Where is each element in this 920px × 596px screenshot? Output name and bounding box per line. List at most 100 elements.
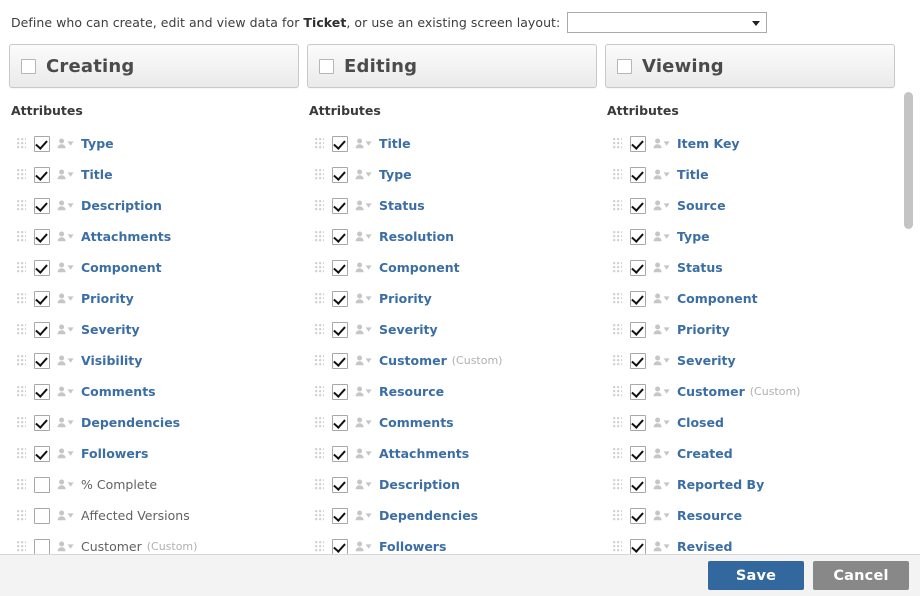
drag-handle-icon[interactable] [17, 448, 26, 459]
vertical-scrollbar-thumb[interactable] [904, 92, 913, 229]
drag-handle-icon[interactable] [315, 262, 324, 273]
drag-handle-icon[interactable] [315, 169, 324, 180]
person-icon[interactable] [355, 479, 373, 490]
attribute-row[interactable]: Status [307, 190, 597, 221]
attribute-row[interactable]: Component [307, 252, 597, 283]
person-icon[interactable] [653, 479, 671, 490]
attribute-label[interactable]: Title [81, 167, 113, 182]
attribute-label[interactable]: Title [677, 167, 709, 182]
attribute-row[interactable]: Priority [307, 283, 597, 314]
attribute-label[interactable]: Priority [379, 291, 432, 306]
attribute-label[interactable]: Attachments [379, 446, 469, 461]
attribute-row[interactable]: Severity [307, 314, 597, 345]
person-icon[interactable] [653, 448, 671, 459]
attribute-label[interactable]: Comments [379, 415, 454, 430]
column-select-all-checkbox-editing[interactable] [319, 58, 334, 74]
person-icon[interactable] [57, 510, 75, 521]
attribute-label[interactable]: Type [379, 167, 412, 182]
person-icon[interactable] [355, 541, 373, 552]
attribute-label[interactable]: Description [379, 477, 460, 492]
vertical-scrollbar-track[interactable] [904, 44, 917, 552]
drag-handle-icon[interactable] [613, 200, 622, 211]
attribute-label[interactable]: Status [677, 260, 723, 275]
drag-handle-icon[interactable] [17, 417, 26, 428]
attribute-row[interactable]: Type [9, 128, 299, 159]
attribute-label[interactable]: Dependencies [379, 508, 478, 523]
attribute-row[interactable]: Reported By [605, 469, 895, 500]
drag-handle-icon[interactable] [315, 293, 324, 304]
attribute-label[interactable]: Severity [677, 353, 736, 368]
attribute-row[interactable]: Attachments [9, 221, 299, 252]
person-icon[interactable] [57, 231, 75, 242]
drag-handle-icon[interactable] [613, 293, 622, 304]
drag-handle-icon[interactable] [17, 479, 26, 490]
attribute-label[interactable]: Affected Versions [81, 508, 190, 523]
columns-scroll-area[interactable]: Creating Attributes Type Title Description At… [0, 44, 920, 554]
attribute-label[interactable]: Attachments [81, 229, 171, 244]
attribute-checkbox[interactable] [630, 135, 646, 152]
attribute-checkbox[interactable] [332, 538, 348, 554]
attribute-checkbox[interactable] [332, 228, 348, 245]
attribute-checkbox[interactable] [34, 352, 50, 369]
drag-handle-icon[interactable] [315, 386, 324, 397]
attribute-row[interactable]: Title [9, 159, 299, 190]
person-icon[interactable] [355, 386, 373, 397]
drag-handle-icon[interactable] [613, 138, 622, 149]
drag-handle-icon[interactable] [315, 200, 324, 211]
drag-handle-icon[interactable] [613, 479, 622, 490]
attribute-checkbox[interactable] [630, 259, 646, 276]
attribute-checkbox[interactable] [630, 538, 646, 554]
drag-handle-icon[interactable] [17, 169, 26, 180]
person-icon[interactable] [355, 324, 373, 335]
attribute-checkbox[interactable] [630, 197, 646, 214]
drag-handle-icon[interactable] [17, 262, 26, 273]
person-icon[interactable] [355, 138, 373, 149]
person-icon[interactable] [57, 262, 75, 273]
attribute-checkbox[interactable] [34, 414, 50, 431]
drag-handle-icon[interactable] [315, 479, 324, 490]
attribute-row[interactable]: Customer (Custom) [307, 345, 597, 376]
attribute-checkbox[interactable] [34, 135, 50, 152]
drag-handle-icon[interactable] [17, 510, 26, 521]
person-icon[interactable] [355, 510, 373, 521]
drag-handle-icon[interactable] [613, 262, 622, 273]
person-icon[interactable] [653, 293, 671, 304]
person-icon[interactable] [355, 262, 373, 273]
attribute-row[interactable]: Resolution [307, 221, 597, 252]
attribute-label[interactable]: Priority [81, 291, 134, 306]
attribute-checkbox[interactable] [34, 259, 50, 276]
person-icon[interactable] [653, 200, 671, 211]
attribute-checkbox[interactable] [332, 321, 348, 338]
attribute-checkbox[interactable] [332, 445, 348, 462]
attribute-row[interactable]: Type [605, 221, 895, 252]
attribute-checkbox[interactable] [630, 476, 646, 493]
attribute-checkbox[interactable] [332, 414, 348, 431]
drag-handle-icon[interactable] [613, 417, 622, 428]
person-icon[interactable] [653, 324, 671, 335]
drag-handle-icon[interactable] [315, 138, 324, 149]
attribute-checkbox[interactable] [34, 445, 50, 462]
attribute-checkbox[interactable] [630, 507, 646, 524]
drag-handle-icon[interactable] [315, 510, 324, 521]
attribute-checkbox[interactable] [332, 383, 348, 400]
drag-handle-icon[interactable] [613, 355, 622, 366]
attribute-row[interactable]: Description [9, 190, 299, 221]
attribute-row[interactable]: Visibility [9, 345, 299, 376]
attribute-label[interactable]: Priority [677, 322, 730, 337]
column-header-editing[interactable]: Editing [307, 44, 597, 88]
column-header-viewing[interactable]: Viewing [605, 44, 895, 88]
attribute-checkbox[interactable] [630, 166, 646, 183]
attribute-label[interactable]: Customer [677, 384, 745, 399]
person-icon[interactable] [653, 231, 671, 242]
attribute-row[interactable]: Followers [307, 531, 597, 554]
attribute-row[interactable]: Customer (Custom) [605, 376, 895, 407]
person-icon[interactable] [57, 169, 75, 180]
attribute-checkbox[interactable] [34, 476, 50, 493]
drag-handle-icon[interactable] [613, 324, 622, 335]
drag-handle-icon[interactable] [613, 231, 622, 242]
drag-handle-icon[interactable] [613, 169, 622, 180]
drag-handle-icon[interactable] [613, 510, 622, 521]
person-icon[interactable] [57, 355, 75, 366]
person-icon[interactable] [653, 541, 671, 552]
attribute-checkbox[interactable] [332, 507, 348, 524]
